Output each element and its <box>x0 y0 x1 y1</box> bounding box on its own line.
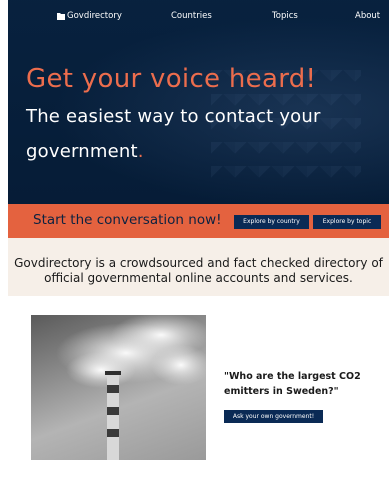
ask-government-button[interactable]: Ask your own government! <box>224 410 323 423</box>
brand-name: Govdirectory <box>67 11 122 21</box>
nav-topics[interactable]: Topics <box>272 11 298 21</box>
hero-subtitle-word: government <box>26 141 138 162</box>
hero-subtitle-line2: government. <box>26 141 144 162</box>
top-navigation: Govdirectory Countries Topics About <box>8 0 389 32</box>
hero-headline: Get your voice heard! <box>26 64 317 94</box>
smokestack-photo <box>31 315 206 460</box>
accent-dot: . <box>137 141 144 162</box>
cta-bar: Start the conversation now! Explore by c… <box>8 204 389 238</box>
nav-countries[interactable]: Countries <box>171 11 212 21</box>
smokestack-illustration <box>56 315 206 460</box>
feature-quote: "Who are the largest CO2 emitters in Swe… <box>224 371 361 397</box>
cta-text: Start the conversation now! <box>33 212 222 228</box>
hero-section: Govdirectory Countries Topics About Get … <box>8 0 389 204</box>
brand-link[interactable]: Govdirectory <box>57 11 122 21</box>
folder-logo-icon <box>57 12 65 20</box>
explore-by-topic-button[interactable]: Explore by topic <box>313 215 381 229</box>
description-text: Govdirectory is a crowdsourced and fact … <box>14 256 383 285</box>
explore-by-country-button[interactable]: Explore by country <box>234 215 309 229</box>
hero-subtitle-line1: The easiest way to contact your <box>26 106 321 127</box>
description-section: Govdirectory is a crowdsourced and fact … <box>8 238 389 296</box>
nav-about[interactable]: About <box>355 11 380 21</box>
